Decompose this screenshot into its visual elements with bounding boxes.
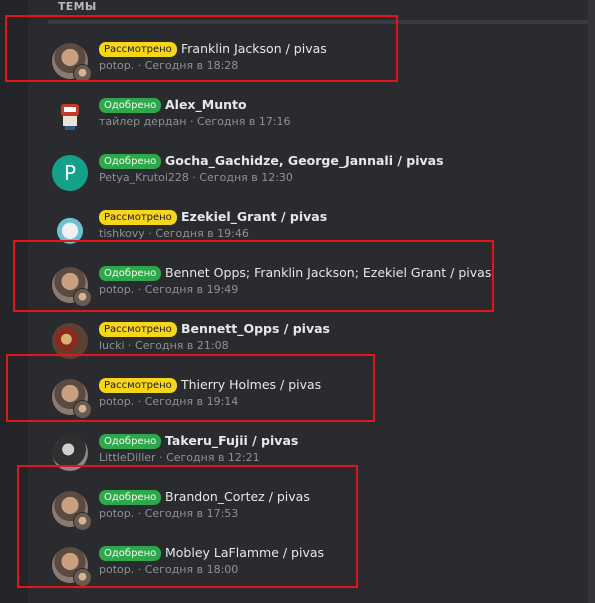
meta-separator: · [144,227,156,240]
avatar[interactable]: P [52,155,90,193]
avatar[interactable] [52,99,90,137]
author-link[interactable]: lucki [99,339,125,352]
highlight-box [13,240,494,312]
thread-title-link[interactable]: Gocha_Gachidze, George_Jannali / pivas [165,153,444,168]
pixel-avatar [52,99,88,135]
status-badge: Одобрено [99,154,162,169]
thread-meta: lucki · Сегодня в 21:08 [99,339,229,352]
author-link[interactable]: LittleDiller [99,451,156,464]
thread-time[interactable]: Сегодня в 12:21 [166,451,260,464]
meta-separator: · [124,339,136,352]
thread-meta: tishkovy · Сегодня в 19:46 [99,227,249,240]
letter-avatar: P [52,155,88,191]
thread-row[interactable]: P Одобрено Gocha_Gachidze, George_Jannali … [28,140,588,196]
scrollbar-track[interactable] [588,0,595,603]
thread-title-link[interactable]: Ezekiel_Grant / pivas [181,209,327,224]
meta-separator: · [188,171,200,184]
author-link[interactable]: тайлер дердан [99,115,186,128]
thread-title-link[interactable]: Alex_Munto [165,97,247,112]
section-title: ТЕМЫ [58,0,97,13]
status-badge: Одобрено [99,434,162,449]
meta-separator: · [155,451,167,464]
highlight-box [5,15,398,82]
thread-meta: LittleDiller · Сегодня в 12:21 [99,451,260,464]
thread-row[interactable]: Одобрено Alex_Munto тайлер дердан · Сегодн… [28,84,588,140]
thread-time[interactable]: Сегодня в 12:30 [199,171,293,184]
thread-time[interactable]: Сегодня в 21:08 [135,339,229,352]
thread-title-link[interactable]: Takeru_Fujii / pivas [165,433,298,448]
thread-time[interactable]: Сегодня в 19:46 [155,227,249,240]
author-link[interactable]: Petya_Krutoi228 [99,171,189,184]
thread-title-link[interactable]: Bennett_Opps / pivas [181,321,330,336]
status-badge: Рассмотрено [99,322,177,337]
status-badge: Рассмотрено [99,210,177,225]
highlight-box [6,354,375,422]
highlight-box [17,465,358,588]
status-badge: Одобрено [99,98,162,113]
author-link[interactable]: tishkovy [99,227,145,240]
thread-meta: Petya_Krutoi228 · Сегодня в 12:30 [99,171,293,184]
meta-separator: · [186,115,197,128]
thread-time[interactable]: Сегодня в 17:16 [197,115,291,128]
thread-meta: тайлер дердан · Сегодня в 17:16 [99,115,291,128]
